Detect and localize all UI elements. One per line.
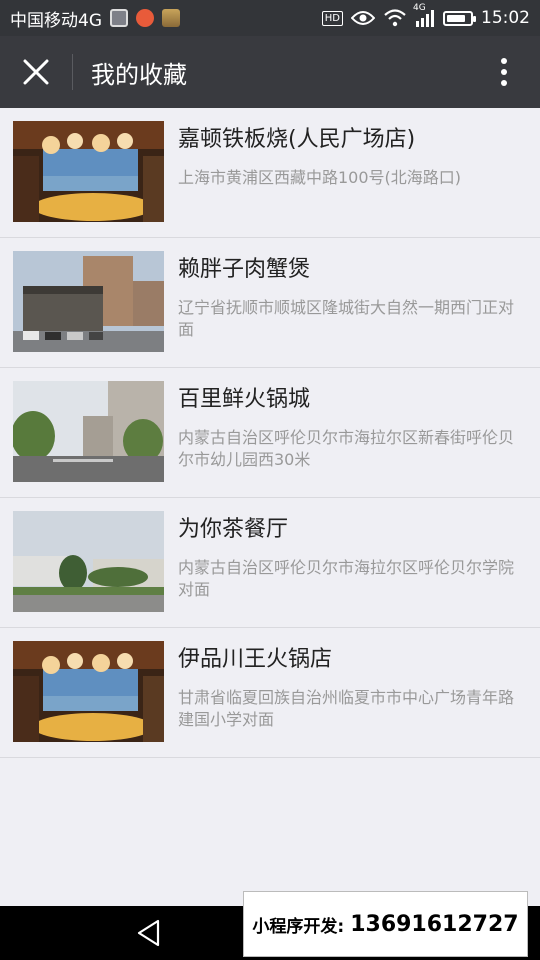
status-left: 中国移动4G — [10, 6, 180, 31]
photo-icon — [162, 9, 180, 27]
network-badge: 4G — [413, 3, 426, 13]
item-info: 为你茶餐厅 内蒙古自治区呼伦贝尔市海拉尔区呼伦贝尔学院对面 — [178, 511, 540, 627]
favorite-item[interactable]: 赖胖子肉蟹煲 辽宁省抚顺市顺城区隆城街大自然一期西门正对面 — [0, 238, 540, 368]
favorite-item[interactable]: 伊品川王火锅店 甘肃省临夏回族自治州临夏市市中心广场青年路建国小学对面 — [0, 628, 540, 758]
app-icon — [136, 9, 154, 27]
street-thumbnail — [13, 381, 164, 482]
status-bar: 中国移动4G HD 4G 15:02 — [0, 0, 540, 36]
favorite-item[interactable]: 百里鲜火锅城 内蒙古自治区呼伦贝尔市海拉尔区新春街呼伦贝尔市幼儿园西30米 — [0, 368, 540, 498]
wifi-icon — [384, 9, 406, 27]
eye-icon — [351, 11, 375, 25]
status-time: 15:02 — [481, 8, 530, 28]
gallery-icon — [110, 9, 128, 27]
close-icon — [23, 59, 49, 85]
item-name: 赖胖子肉蟹煲 — [178, 257, 311, 282]
item-address: 甘肃省临夏回族自治州临夏市市中心广场青年路建国小学对面 — [178, 688, 515, 729]
item-address: 辽宁省抚顺市顺城区隆城街大自然一期西门正对面 — [178, 298, 515, 339]
carrier-label: 中国移动4G — [10, 10, 102, 31]
item-address: 内蒙古自治区呼伦贝尔市海拉尔区新春街呼伦贝尔市幼儿园西30米 — [178, 428, 515, 469]
item-name: 嘉顿铁板烧(人民广场店) — [178, 127, 416, 152]
item-info: 赖胖子肉蟹煲 辽宁省抚顺市顺城区隆城街大自然一期西门正对面 — [178, 251, 540, 367]
watermark-phone: 13691612727 — [350, 911, 519, 937]
item-name: 为你茶餐厅 — [178, 517, 289, 542]
status-right: HD 4G 15:02 — [321, 3, 530, 28]
back-triangle-icon[interactable] — [134, 918, 164, 948]
more-vertical-icon — [501, 58, 507, 86]
restaurant-thumbnail — [13, 121, 164, 222]
favorite-item[interactable]: 嘉顿铁板烧(人民广场店) 上海市黄浦区西藏中路100号(北海路口) — [0, 108, 540, 238]
more-button[interactable] — [468, 36, 540, 108]
item-name: 伊品川王火锅店 — [178, 647, 333, 672]
item-address: 内蒙古自治区呼伦贝尔市海拉尔区呼伦贝尔学院对面 — [178, 558, 515, 599]
hd-badge: HD — [321, 10, 343, 26]
item-info: 嘉顿铁板烧(人民广场店) 上海市黄浦区西藏中路100号(北海路口) — [178, 121, 479, 237]
watermark-banner: 小程序开发: 13691612727 — [243, 891, 528, 957]
nav-divider — [72, 54, 73, 90]
campus-thumbnail — [13, 511, 164, 612]
item-name: 百里鲜火锅城 — [178, 387, 311, 412]
favorite-item[interactable]: 为你茶餐厅 内蒙古自治区呼伦贝尔市海拉尔区呼伦贝尔学院对面 — [0, 498, 540, 628]
street-thumbnail — [13, 251, 164, 352]
item-info: 伊品川王火锅店 甘肃省临夏回族自治州临夏市市中心广场青年路建国小学对面 — [178, 641, 540, 757]
battery-icon — [443, 10, 476, 26]
close-button[interactable] — [0, 36, 72, 108]
signal-indicator: 4G — [413, 3, 435, 27]
item-address: 上海市黄浦区西藏中路100号(北海路口) — [178, 168, 462, 187]
page-title: 我的收藏 — [91, 60, 187, 89]
watermark-label: 小程序开发: — [252, 916, 345, 937]
restaurant-thumbnail — [13, 641, 164, 742]
item-info: 百里鲜火锅城 内蒙古自治区呼伦贝尔市海拉尔区新春街呼伦贝尔市幼儿园西30米 — [178, 381, 540, 497]
nav-bar: 我的收藏 — [0, 36, 540, 108]
battery-fill — [447, 14, 465, 22]
favorites-list: 嘉顿铁板烧(人民广场店) 上海市黄浦区西藏中路100号(北海路口) 赖胖子肉蟹煲… — [0, 108, 540, 758]
